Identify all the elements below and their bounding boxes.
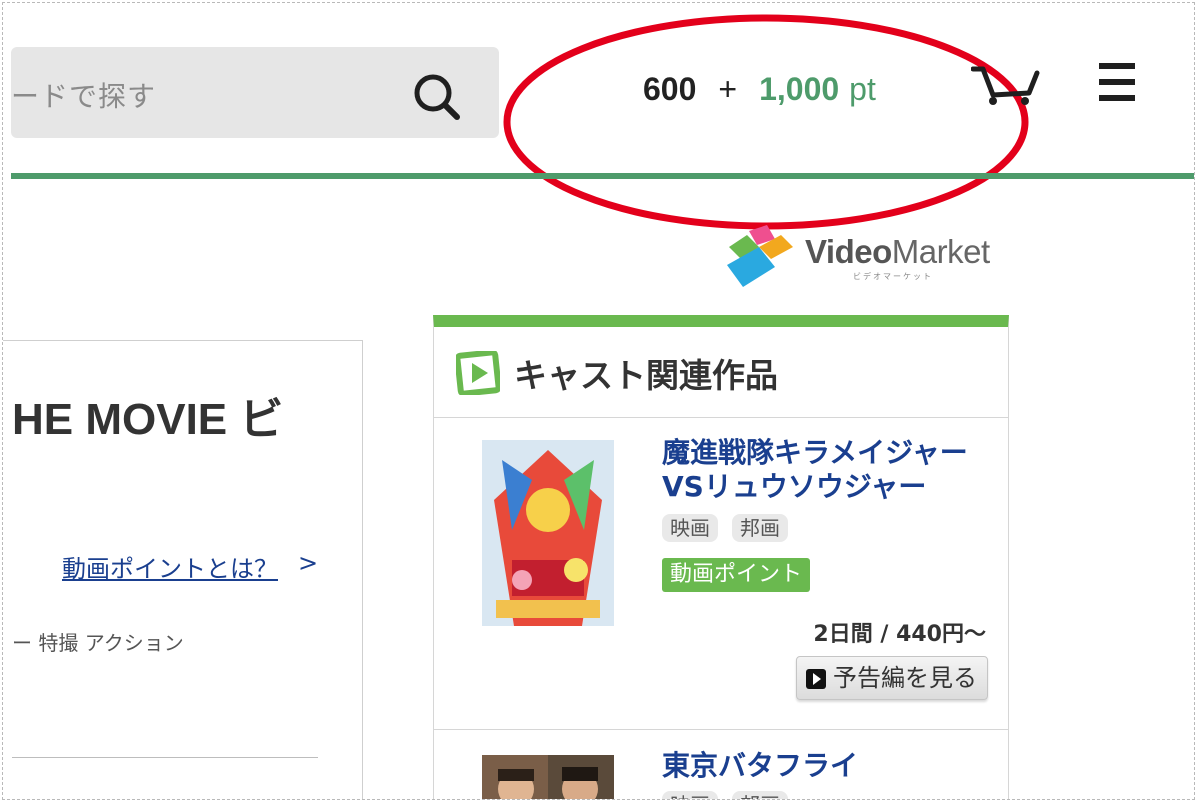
search-placeholder: ードで探す xyxy=(11,80,157,113)
play-square-icon xyxy=(456,351,500,395)
videomarket-logo[interactable]: VideoMarket ビデオマーケット xyxy=(709,225,1009,295)
poster-thumbnail[interactable] xyxy=(482,440,614,626)
play-icon xyxy=(806,669,826,689)
points-base: 600 xyxy=(643,71,697,107)
movie-title: HE MOVIE ビ xyxy=(12,395,284,444)
panel-divider xyxy=(12,757,318,758)
header-divider xyxy=(11,173,1194,179)
search-icon[interactable] xyxy=(409,69,465,125)
movie-detail-panel: HE MOVIE ビ 動画ポイントとは？ > ー 特撮 アクション xyxy=(3,340,363,799)
cast-related-header: キャスト関連作品 xyxy=(434,327,1008,418)
search-input[interactable]: ードで探す xyxy=(11,47,499,138)
cast-related-title: キャスト関連作品 xyxy=(514,356,778,395)
logo-text: VideoMarket xyxy=(805,233,990,270)
highlight-ellipse xyxy=(503,14,1029,230)
genre-list: ー 特撮 アクション xyxy=(12,631,184,655)
poster-thumbnail[interactable] xyxy=(482,755,614,800)
point-badge: 動画ポイント xyxy=(662,558,811,592)
points-unit: pt xyxy=(849,71,876,107)
points-plus: + xyxy=(718,71,738,107)
logo-mark-icon xyxy=(727,225,793,287)
cast-related-panel: キャスト関連作品 魔進戦隊キラメイジャー VSリュウソウジャー 映画 邦画 動画… xyxy=(433,315,1009,800)
item-title[interactable]: 魔進戦隊キラメイジャー VSリュウソウジャー xyxy=(662,436,968,504)
page-frame: ードで探す 600 +1,000 pt VideoMarket ビデオマーケット… xyxy=(2,2,1195,800)
tag-movie: 映画 xyxy=(662,514,718,542)
menu-icon[interactable] xyxy=(1097,61,1137,105)
tag-japanese-film: 邦画 xyxy=(732,514,788,542)
list-item[interactable]: 東京バタフライ 映画 邦画 xyxy=(434,731,1008,800)
points-balance: 600 +1,000 pt xyxy=(643,71,876,108)
cart-icon[interactable] xyxy=(971,63,1043,107)
trailer-button[interactable]: 予告編を見る xyxy=(796,656,988,700)
list-item[interactable]: 魔進戦隊キラメイジャー VSリュウソウジャー 映画 邦画 動画ポイント 2日間 … xyxy=(434,418,1008,730)
points-bonus: 1,000 xyxy=(759,71,840,107)
rental-price: 2日間 / 440円〜 xyxy=(813,622,986,647)
tag-japanese-film: 邦画 xyxy=(732,791,788,799)
point-info-link[interactable]: 動画ポイントとは？ xyxy=(62,549,278,584)
trailer-label: 予告編を見る xyxy=(833,664,977,692)
item-title[interactable]: 東京バタフライ xyxy=(662,749,858,783)
chevron-right-icon[interactable]: > xyxy=(298,549,318,577)
logo-subtext: ビデオマーケット xyxy=(853,272,933,281)
tag-movie: 映画 xyxy=(662,791,718,799)
